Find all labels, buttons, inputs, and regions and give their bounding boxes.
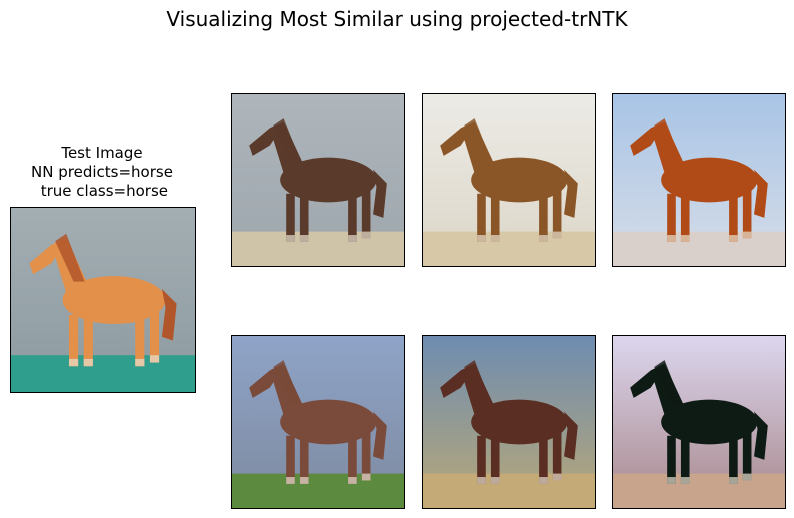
- test-image-caption: Test Image NN predicts=horse true class=…: [0, 144, 204, 201]
- similar-image-2: [422, 93, 596, 267]
- similar-image-6: [612, 335, 786, 509]
- test-caption-line-3: true class=horse: [35, 182, 169, 200]
- horse-thumbnail: [423, 94, 595, 266]
- test-caption-line-1: Test Image: [61, 144, 143, 162]
- horse-thumbnail: [232, 94, 404, 266]
- horse-thumbnail: [232, 336, 404, 508]
- similar-image-3: [612, 93, 786, 267]
- horse-thumbnail: [613, 94, 785, 266]
- test-image: [10, 207, 196, 393]
- horse-thumbnail: [423, 336, 595, 508]
- similar-image-4: [231, 335, 405, 509]
- horse-thumbnail: [11, 208, 195, 392]
- similar-image-1: [231, 93, 405, 267]
- test-caption-line-2: NN predicts=horse: [31, 163, 173, 181]
- horse-thumbnail: [613, 336, 785, 508]
- figure-title: Visualizing Most Similar using projected…: [166, 7, 628, 31]
- similar-image-5: [422, 335, 596, 509]
